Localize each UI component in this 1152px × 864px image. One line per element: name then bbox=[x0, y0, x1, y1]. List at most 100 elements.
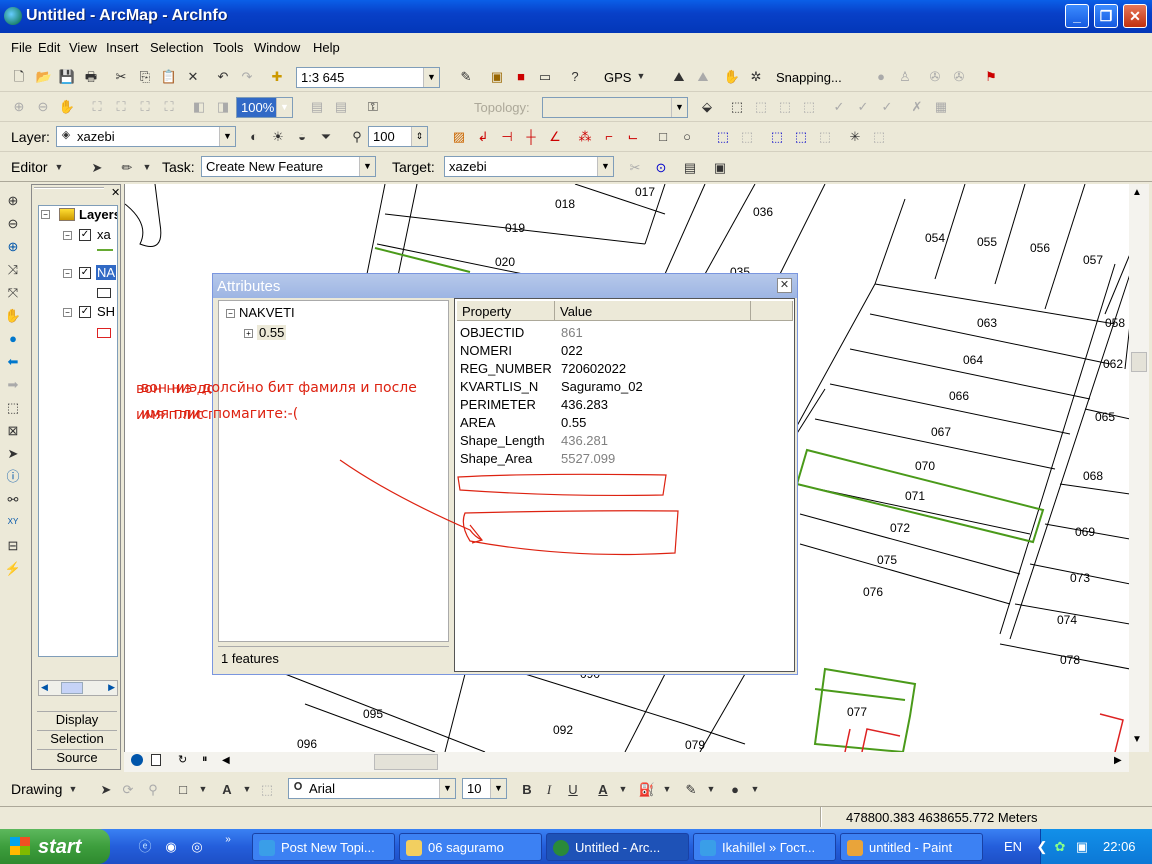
map-hscroll[interactable]: ↻ ⏸ ◀ ▶ bbox=[124, 752, 1129, 772]
media-player-icon[interactable]: ◉ bbox=[162, 837, 180, 855]
task-post-new-topic[interactable]: Post New Topi... bbox=[252, 833, 395, 861]
snapping-menu[interactable]: Snapping... bbox=[776, 70, 842, 85]
arctoolbox-icon[interactable]: ■ bbox=[512, 67, 530, 85]
brightness-icon[interactable]: ☀ bbox=[269, 127, 287, 145]
tool-b-icon[interactable]: ✇ bbox=[950, 67, 968, 85]
close-button[interactable]: ✕ bbox=[1123, 4, 1147, 28]
ungroup-icon[interactable]: ⬚ bbox=[792, 127, 810, 145]
explode-icon[interactable]: ✳ bbox=[846, 127, 864, 145]
zoom-to-selected-icon[interactable]: ⚲ bbox=[144, 780, 162, 798]
toggle-draft-icon[interactable]: ▤ bbox=[308, 97, 326, 115]
start-button[interactable]: start bbox=[0, 829, 110, 864]
back-extent-icon[interactable]: ◧ bbox=[190, 97, 208, 115]
marker-color-icon[interactable]: ● bbox=[726, 780, 744, 798]
task-combo[interactable]: Create New Feature ▼ bbox=[201, 156, 376, 177]
contrast-icon[interactable]: ◐ bbox=[245, 127, 263, 145]
toc-layer-1[interactable]: xa bbox=[97, 227, 111, 242]
split-icon[interactable]: ⌙ bbox=[624, 127, 642, 145]
scroll-up-icon[interactable]: ▲ bbox=[1132, 187, 1142, 198]
tree-root-layer[interactable]: NAKVETI bbox=[239, 305, 295, 320]
collapse-icon[interactable]: − bbox=[63, 308, 72, 317]
topology-edit-icon[interactable]: ⬚ bbox=[728, 97, 746, 115]
full-extent-icon[interactable]: ● bbox=[4, 329, 22, 347]
edit-tool-icon[interactable]: ➤ bbox=[88, 158, 106, 176]
outlook-icon[interactable]: ◎ bbox=[188, 837, 206, 855]
back-arrow-icon[interactable]: ⬅ bbox=[4, 352, 22, 370]
target-combo[interactable]: xazebi ▼ bbox=[444, 156, 614, 177]
collapse-icon[interactable]: − bbox=[63, 269, 72, 278]
find-binoculars-icon[interactable]: ⚯ bbox=[4, 490, 22, 508]
topology-tool-1-icon[interactable]: ⬚ bbox=[752, 97, 770, 115]
select-features-icon[interactable]: ⬚ bbox=[4, 398, 22, 416]
pause-drawing-icon[interactable]: ⏸ bbox=[202, 753, 208, 766]
menu-window[interactable]: Window bbox=[254, 40, 300, 55]
error-inspector-icon[interactable]: ▦ bbox=[932, 97, 950, 115]
language-indicator[interactable]: EN bbox=[1004, 839, 1022, 854]
snap-points-icon[interactable]: ✲ bbox=[747, 67, 765, 85]
forward-arrow-icon[interactable]: ➡ bbox=[4, 375, 22, 393]
save-icon[interactable]: 💾 bbox=[58, 67, 76, 85]
snap-tool-2-icon[interactable]: ♙ bbox=[896, 67, 914, 85]
attributes-close-button[interactable]: ✕ bbox=[777, 278, 792, 293]
cut-icon[interactable]: ✂ bbox=[112, 67, 130, 85]
hyperlink-icon[interactable]: ⚡ bbox=[4, 559, 22, 577]
tray-app-icon[interactable]: ▣ bbox=[1073, 837, 1091, 855]
pan-hand-icon[interactable]: ✋ bbox=[4, 306, 22, 324]
fix-error-icon[interactable]: ✗ bbox=[908, 97, 926, 115]
measure-icon[interactable]: ⊟ bbox=[4, 536, 22, 554]
scroll-down-icon[interactable]: ▼ bbox=[1132, 734, 1142, 745]
select-arrow-icon[interactable]: ➤ bbox=[97, 780, 115, 798]
change-layout-icon[interactable]: ⚿ bbox=[364, 97, 382, 115]
tab-source[interactable]: Source bbox=[37, 749, 117, 768]
paste-icon[interactable]: 📋 bbox=[160, 67, 178, 85]
toc-grip[interactable] bbox=[34, 187, 104, 197]
zoom-selected-icon[interactable]: ⬚ bbox=[870, 127, 888, 145]
refresh-icon[interactable]: ↻ bbox=[178, 753, 187, 766]
italic-icon[interactable]: I bbox=[540, 780, 558, 798]
ie-quicklaunch-icon[interactable]: ⓔ bbox=[136, 837, 154, 855]
layer-combo[interactable]: ◈ xazebi ▼ bbox=[56, 126, 236, 147]
network-icon[interactable]: ✿ bbox=[1051, 837, 1069, 855]
scroll-left-icon[interactable]: ◀ bbox=[222, 755, 230, 766]
toc-hscroll[interactable]: ◀ ▶ bbox=[38, 680, 118, 696]
zoom-100-icon[interactable]: ⛶ bbox=[112, 97, 130, 115]
new-document-icon[interactable]: 🗋 bbox=[10, 67, 28, 85]
layout-zoom-in-icon[interactable]: ⊕ bbox=[10, 97, 28, 115]
georef-icon[interactable]: ⚲ bbox=[348, 127, 366, 145]
toc-layer-2[interactable]: NA bbox=[96, 265, 117, 280]
scroll-left-icon[interactable]: ◀ bbox=[41, 682, 48, 693]
select-elements-icon[interactable]: ➤ bbox=[4, 444, 22, 462]
fixed-zoom-out-icon[interactable]: ⤧ bbox=[4, 283, 22, 301]
zoom-whole-page-icon[interactable]: ⛶ bbox=[88, 97, 106, 115]
tree-feature-item[interactable]: 0.55 bbox=[257, 325, 287, 340]
rotate-icon[interactable]: ⟳ bbox=[119, 780, 137, 798]
scroll-thumb[interactable] bbox=[374, 754, 438, 770]
layout-zoom-out-icon[interactable]: ⊖ bbox=[34, 97, 52, 115]
editor-toolbar-icon[interactable]: ✎ bbox=[457, 67, 475, 85]
toc-close-icon[interactable]: ✕ bbox=[111, 186, 120, 199]
topology-tool-3-icon[interactable]: ⬚ bbox=[800, 97, 818, 115]
delete-icon[interactable]: ✕ bbox=[184, 67, 202, 85]
forward-extent-icon[interactable]: ◨ bbox=[214, 97, 232, 115]
fixed-zoom-in-icon[interactable]: ⤨ bbox=[4, 260, 22, 278]
font-combo[interactable]: 𝐎 Arial ▼ bbox=[288, 778, 456, 799]
transparency-icon[interactable]: ◒ bbox=[293, 127, 311, 145]
menu-tools[interactable]: Tools bbox=[213, 40, 243, 55]
layer-visible-checkbox[interactable]: ✓ bbox=[79, 306, 91, 318]
redo-icon[interactable]: ↷ bbox=[238, 67, 256, 85]
layout-pan-icon[interactable]: ✋ bbox=[58, 97, 76, 115]
editor-menu[interactable]: Editor bbox=[11, 159, 48, 175]
tray-expand-icon[interactable]: ❮ bbox=[1033, 837, 1051, 855]
fixed-zoom-out-icon[interactable]: ⛶ bbox=[160, 97, 178, 115]
swipe-icon[interactable]: ⏷ bbox=[317, 127, 335, 145]
identify-icon[interactable]: ⓘ bbox=[4, 467, 22, 485]
column-header-value[interactable]: Value bbox=[555, 301, 751, 321]
go-to-xy-icon[interactable]: XY bbox=[4, 513, 22, 531]
tool-a-icon[interactable]: ✇ bbox=[926, 67, 944, 85]
midpoint-icon[interactable]: ┼ bbox=[522, 127, 540, 145]
line-color-icon[interactable]: ✎ bbox=[682, 780, 700, 798]
validate-selection-icon[interactable]: ✓ bbox=[878, 97, 896, 115]
edit-vertices-icon[interactable]: ⬚ bbox=[258, 780, 276, 798]
circle-tool-icon[interactable]: ○ bbox=[678, 127, 696, 145]
validate-extent-icon[interactable]: ✓ bbox=[854, 97, 872, 115]
